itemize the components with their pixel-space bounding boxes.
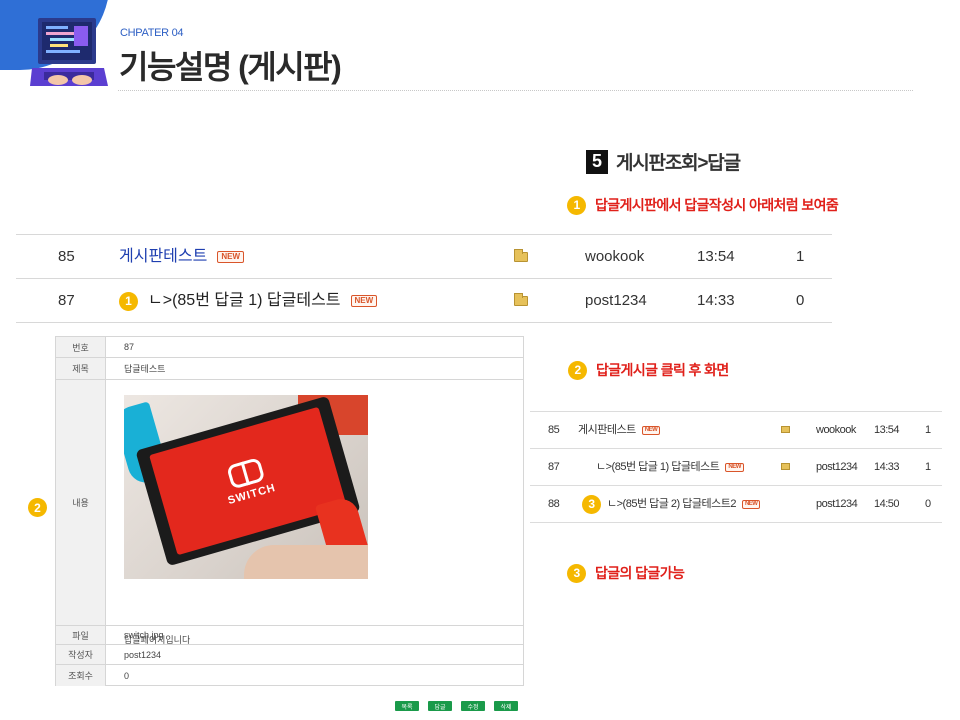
post-writer: post1234	[585, 292, 647, 309]
number-value: 87	[124, 342, 135, 352]
writer-label: 작성자	[56, 645, 106, 664]
post-time: 13:54	[697, 248, 735, 265]
post-time: 13:54	[874, 424, 900, 436]
number-badge-2: 2	[568, 360, 587, 380]
file-link[interactable]: switch.jpg	[124, 626, 164, 644]
views-label: 조회수	[56, 665, 106, 686]
new-tag: NEW	[725, 463, 744, 472]
post-number: 85	[58, 248, 75, 265]
views-value: 0	[124, 670, 130, 681]
detail-row-content: 내용 SWITCH 답글페이지입니다	[56, 380, 523, 645]
delete-button[interactable]: 삭제	[494, 701, 518, 711]
table-row[interactable]: 87 ㄴ>(85번 답글 1) 답글테스트 NEW post1234 14:33…	[530, 449, 942, 486]
table-row[interactable]: 87 1 ㄴ>(85번 답글 1) 답글테스트 NEW post1234 14:…	[16, 279, 832, 323]
content-label: 내용	[56, 380, 106, 625]
reply-title-link[interactable]: ㄴ>(85번 답글 1) 답글테스트	[148, 279, 341, 323]
folder-icon	[781, 426, 790, 433]
note-3-text: 답글의 답글가능	[595, 565, 685, 581]
writer-value: post1234	[124, 649, 162, 660]
list-button[interactable]: 목록	[395, 701, 419, 711]
new-tag: NEW	[741, 500, 761, 509]
post-writer: post1234	[816, 461, 858, 473]
number-badge-3: 3	[582, 495, 601, 514]
post-writer: wookook	[816, 424, 856, 436]
detail-buttons: 목록 답글 수정 삭제	[395, 701, 518, 711]
section-number: 5	[586, 149, 608, 174]
new-tag: NEW	[350, 295, 378, 307]
post-title-link[interactable]: 게시판테스트	[119, 235, 207, 279]
section-heading: 5 게시판조회>답글	[586, 148, 741, 175]
note-3: 3 답글의 답글가능	[567, 563, 685, 583]
post-hits: 1	[796, 248, 805, 265]
chapter-label: CHPATER 04	[120, 27, 184, 39]
edit-button[interactable]: 수정	[461, 701, 485, 711]
number-badge-1: 1	[567, 195, 586, 215]
page-title: 기능설명 (게시판)	[119, 49, 342, 85]
switch-logo-icon	[226, 457, 266, 490]
post-hits: 1	[925, 461, 931, 473]
post-number: 87	[58, 292, 75, 309]
post-title-link[interactable]: 게시판테스트	[578, 412, 636, 449]
board-list: 85 게시판테스트 NEW wookook 13:54 1 87 1 ㄴ>(85…	[16, 234, 832, 323]
detail-row-file: 파일 switch.jpg	[56, 626, 523, 645]
table-row[interactable]: 85 게시판테스트 NEW wookook 13:54 1	[530, 412, 942, 449]
number-badge-2: 2	[28, 498, 47, 517]
post-writer: post1234	[816, 498, 858, 510]
laptop-code-icon	[30, 18, 108, 86]
post-number: 88	[548, 498, 560, 510]
subject-label: 제목	[56, 358, 106, 379]
number-badge-1: 1	[119, 291, 138, 311]
folder-icon	[514, 293, 528, 306]
post-hits: 0	[925, 498, 931, 510]
post-detail-panel: 번호 87 제목 답글테스트 내용 SWITCH 답글페이지입니다 파일 swi…	[55, 336, 524, 686]
note-1-text: 답글게시판에서 답글작성시 아래처럼 보여줌	[595, 197, 839, 213]
new-tag: NEW	[641, 426, 661, 435]
header-divider	[118, 90, 913, 91]
post-hits: 0	[796, 292, 805, 309]
post-time: 14:33	[874, 461, 900, 473]
reply-button[interactable]: 답글	[428, 701, 452, 711]
post-time: 14:33	[697, 292, 735, 309]
note-1: 1 답글게시판에서 답글작성시 아래처럼 보여줌	[567, 195, 839, 215]
attached-image: SWITCH	[124, 395, 368, 579]
post-time: 14:50	[874, 498, 900, 510]
reply-board-list: 85 게시판테스트 NEW wookook 13:54 1 87 ㄴ>(85번 …	[530, 411, 942, 523]
new-tag: NEW	[217, 251, 244, 263]
table-row[interactable]: 85 게시판테스트 NEW wookook 13:54 1	[16, 235, 832, 279]
post-writer: wookook	[585, 248, 645, 265]
file-label: 파일	[56, 626, 106, 644]
reply-title-link[interactable]: ㄴ>(85번 답글 2) 답글테스트2	[607, 486, 736, 523]
detail-row-views: 조회수 0	[56, 665, 523, 686]
number-label: 번호	[56, 337, 106, 357]
post-number: 87	[548, 461, 560, 473]
subject-value: 답글테스트	[124, 364, 166, 374]
folder-icon	[781, 463, 790, 470]
note-2: 2 답글게시글 클릭 후 화면	[568, 360, 729, 380]
number-badge-3: 3	[567, 563, 586, 583]
section-title: 게시판조회>답글	[616, 153, 741, 174]
console-screen: SWITCH	[149, 406, 347, 556]
table-row[interactable]: 88 3 ㄴ>(85번 답글 2) 답글테스트2 NEW post1234 14…	[530, 486, 942, 523]
note-2-text: 답글게시글 클릭 후 화면	[596, 362, 729, 378]
detail-row-writer: 작성자 post1234	[56, 645, 523, 665]
post-hits: 1	[925, 424, 931, 436]
detail-row-subject: 제목 답글테스트	[56, 358, 523, 380]
post-number: 85	[548, 424, 560, 436]
folder-icon	[514, 249, 528, 262]
reply-title-link[interactable]: ㄴ>(85번 답글 1) 답글테스트	[596, 449, 720, 486]
detail-row-number: 번호 87	[56, 337, 523, 358]
